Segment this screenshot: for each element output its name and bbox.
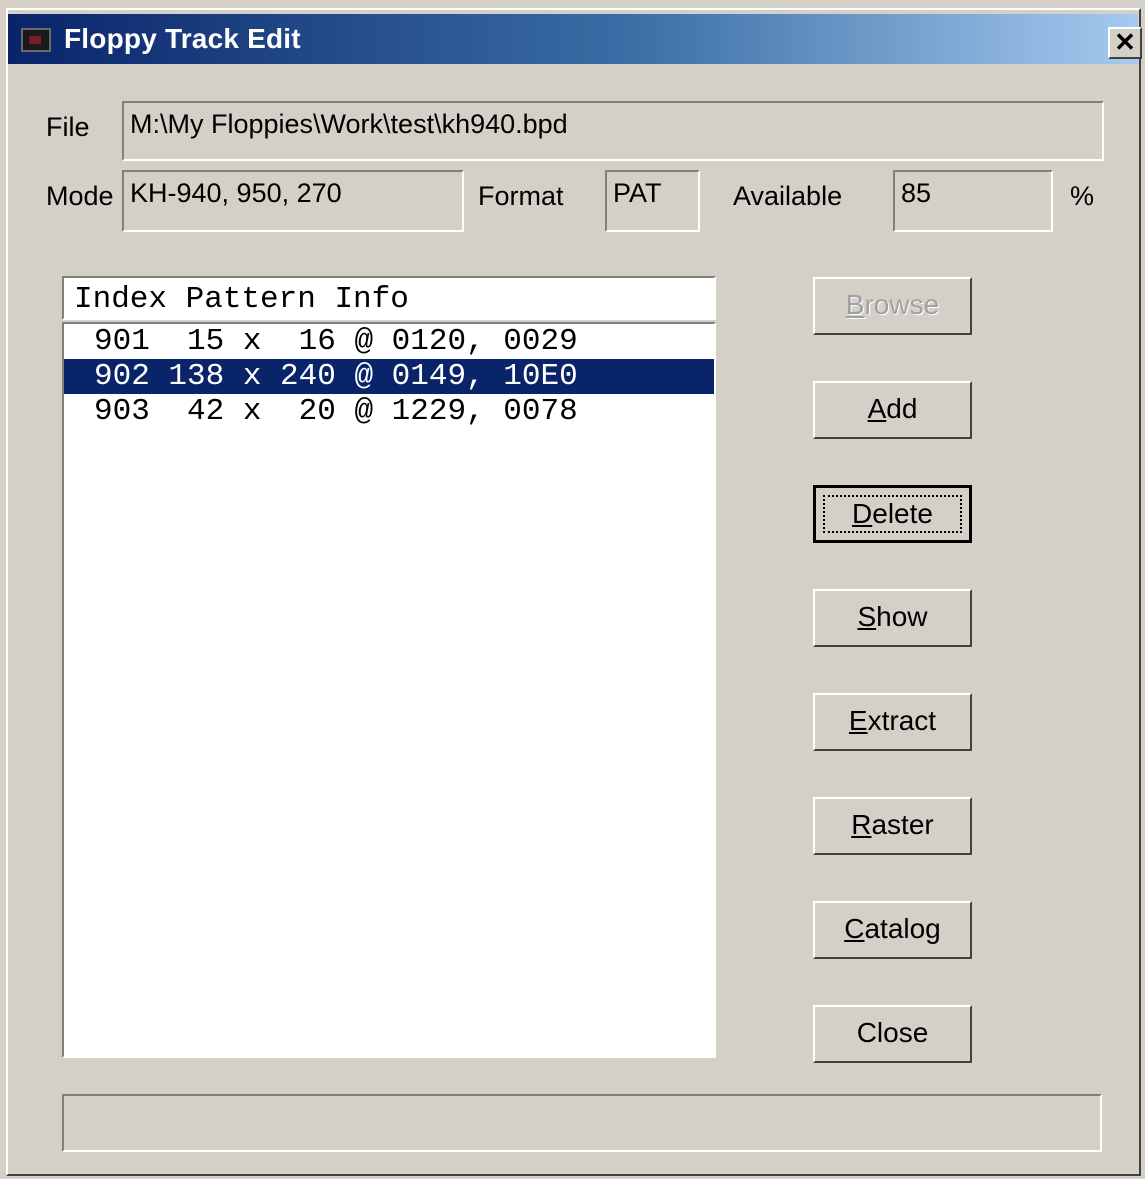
mode-label: Mode <box>46 181 114 211</box>
browse-label: rowse <box>864 289 940 320</box>
format-field[interactable]: PAT <box>605 170 700 232</box>
catalog-button[interactable]: Catalog <box>813 901 972 959</box>
focus-rectangle <box>823 495 962 533</box>
pattern-listbox[interactable]: 901 15 x 16 @ 0120, 0029 902 138 x 240 @… <box>62 322 716 1058</box>
available-label: Available <box>733 181 843 211</box>
status-bar <box>62 1094 1102 1152</box>
format-label: Format <box>478 181 564 211</box>
raster-label: aster <box>871 809 934 840</box>
file-path-field[interactable]: M:\My Floppies\Work\test\kh940.bpd <box>122 101 1104 161</box>
list-item-selected[interactable]: 902 138 x 240 @ 0149, 10E0 <box>64 359 714 394</box>
add-label: dd <box>886 393 918 424</box>
list-item[interactable]: 901 15 x 16 @ 0120, 0029 <box>64 324 714 359</box>
browse-mnemonic: B <box>845 289 865 320</box>
title-bar[interactable]: Floppy Track Edit ✕ <box>8 14 1142 64</box>
percent-label: % <box>1070 181 1095 211</box>
extract-button[interactable]: Extract <box>813 693 972 751</box>
app-icon <box>21 28 51 52</box>
file-label: File <box>46 112 90 142</box>
extract-mnemonic: E <box>848 705 868 736</box>
add-button[interactable]: Add <box>813 381 972 439</box>
delete-button[interactable]: Delete <box>813 485 972 543</box>
list-header: Index Pattern Info <box>62 276 716 320</box>
extract-label: xtract <box>867 705 937 736</box>
close-window-button[interactable]: ✕ <box>1108 27 1142 59</box>
raster-mnemonic: R <box>851 809 872 840</box>
show-button[interactable]: Show <box>813 589 972 647</box>
catalog-mnemonic: C <box>844 913 865 944</box>
show-label: how <box>876 601 928 632</box>
catalog-label: atalog <box>864 913 941 944</box>
window-title: Floppy Track Edit <box>64 23 301 54</box>
list-item[interactable]: 903 42 x 20 @ 1229, 0078 <box>64 394 714 429</box>
mode-field[interactable]: KH-940, 950, 270 <box>122 170 464 232</box>
show-mnemonic: S <box>857 601 877 632</box>
raster-button[interactable]: Raster <box>813 797 972 855</box>
close-button[interactable]: Close <box>813 1005 972 1063</box>
add-mnemonic: A <box>867 393 887 424</box>
available-field[interactable]: 85 <box>893 170 1053 232</box>
browse-button[interactable]: Browse <box>813 277 972 335</box>
